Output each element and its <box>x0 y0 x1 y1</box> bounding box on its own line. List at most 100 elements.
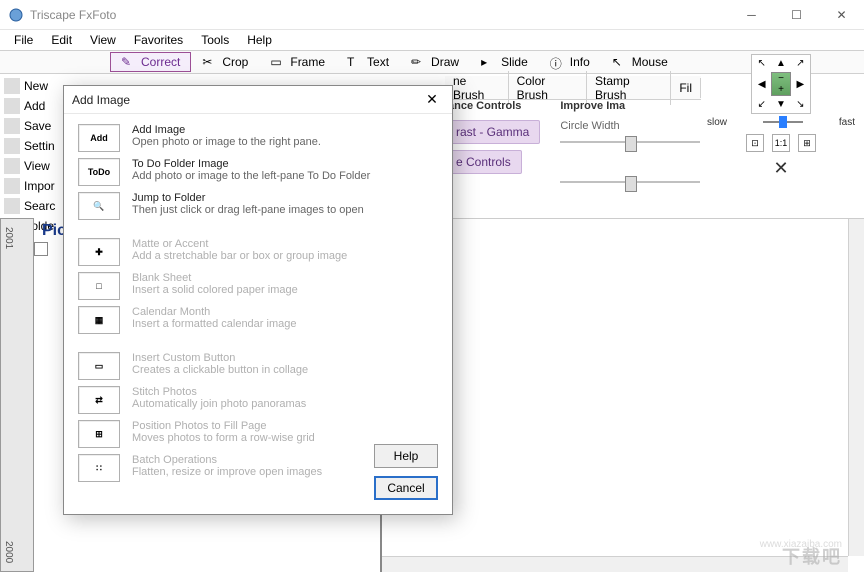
dialog-item-blank-sheet: □ Blank SheetInsert a solid colored paper… <box>78 272 438 300</box>
dialog-item-icon: 🔍 <box>78 192 120 220</box>
timeline-pane: 2001 2000 <box>0 218 34 572</box>
dialog-item-icon: ✚ <box>78 238 120 266</box>
improve-title: Improve Ima <box>560 100 700 112</box>
sidebar-label: Add <box>24 99 45 113</box>
grid-icon[interactable]: ⊞ <box>798 134 816 152</box>
dialog-item-title: Blank Sheet <box>132 272 298 284</box>
dialog-item-calendar-month: ▦Calendar MonthInsert a formatted calend… <box>78 306 438 334</box>
sidebar-searc-icon <box>4 198 20 214</box>
arrow-pad[interactable]: ↖▲↗ ◀−+▶ ↙▼↘ <box>751 54 811 114</box>
dialog-item-desc: Automatically join photo panoramas <box>132 398 306 410</box>
toolbar-label: Crop <box>222 55 248 69</box>
year-bot: 2000 <box>1 537 16 567</box>
toolbar-label: Mouse <box>632 55 668 69</box>
dialog-item-desc: Insert a solid colored paper image <box>132 284 298 296</box>
toolbar-text[interactable]: TText <box>336 52 400 72</box>
toolbar-slide[interactable]: ▸Slide <box>470 52 539 72</box>
toolbar-draw[interactable]: ✏ Draw <box>400 52 470 72</box>
speed-slider[interactable] <box>763 116 803 128</box>
dialog-cancel-button[interactable]: Cancel <box>374 476 438 500</box>
dialog-item-desc: Add photo or image to the left-pane To D… <box>132 170 370 182</box>
dialog-help-button[interactable]: Help <box>374 444 438 468</box>
maximize-button[interactable]: ☐ <box>774 0 819 30</box>
toolbar-crop[interactable]: ✂ Crop <box>191 52 259 72</box>
year-top: 2001 <box>1 223 16 253</box>
speed-fast-label: fast <box>839 117 855 128</box>
dialog-item-desc: Add a stretchable bar or box or group im… <box>132 250 347 262</box>
vertical-scrollbar[interactable] <box>848 219 864 556</box>
sidebar-label: Searc <box>24 199 55 213</box>
balance-panel: lance Controls rast - Gamma e Controls <box>445 100 540 190</box>
toolbar-correct[interactable]: ✎ Correct <box>110 52 191 72</box>
dialog-item-desc: Open photo or image to the right pane. <box>132 136 321 148</box>
menu-favorites[interactable]: Favorites <box>126 31 191 49</box>
sidebar-add-icon <box>4 98 20 114</box>
draw-icon: ✏ <box>411 55 425 69</box>
menu-view[interactable]: View <box>82 31 124 49</box>
sidebar-settin-icon <box>4 138 20 154</box>
sidebar-label: View <box>24 159 50 173</box>
contrast-gamma-button[interactable]: rast - Gamma <box>445 120 540 144</box>
info-icon: ⓘ <box>550 55 564 69</box>
dialog-close-icon[interactable]: ✕ <box>420 91 444 108</box>
cancel-x-icon[interactable]: ✕ <box>701 158 861 179</box>
subtab-fil[interactable]: Fil <box>671 78 701 98</box>
speed-slow-label: slow <box>707 117 727 128</box>
dialog-item-icon: ToDo <box>78 158 120 186</box>
dialog-item-icon: ∷ <box>78 454 120 482</box>
watermark: 下载吧 <box>782 543 842 569</box>
dialog-item-title: Add Image <box>132 124 321 136</box>
dialog-item-icon: ▭ <box>78 352 120 380</box>
toolbar-mouse[interactable]: ↖ Mouse <box>601 52 679 72</box>
toolbar-label: Draw <box>431 55 459 69</box>
toolbar-label: Slide <box>501 55 528 69</box>
dialog-item-icon: ⊞ <box>78 420 120 448</box>
dialog-title: Add Image <box>72 93 420 107</box>
dialog-item-title: Calendar Month <box>132 306 296 318</box>
dialog-item-insert-custom-button: ▭ Insert Custom ButtonCreates a clickable… <box>78 352 438 380</box>
dialog-item-desc: Creates a clickable button in collage <box>132 364 308 376</box>
circle-width-slider[interactable] <box>560 134 700 150</box>
menu-help[interactable]: Help <box>239 31 280 49</box>
app-icon <box>8 7 24 23</box>
toolbar-label: Correct <box>141 55 180 69</box>
dialog-item-title: Stitch Photos <box>132 386 306 398</box>
close-button[interactable]: ✕ <box>819 0 864 30</box>
add-image-dialog: Add Image ✕ AddAdd ImageOpen photo or im… <box>63 85 453 515</box>
horizontal-scrollbar[interactable] <box>382 556 848 572</box>
pict-icon[interactable] <box>34 242 48 256</box>
dialog-item-desc: Insert a formatted calendar image <box>132 318 296 330</box>
dialog-item-title: Insert Custom Button <box>132 352 308 364</box>
sidebar-impor-icon <box>4 178 20 194</box>
dialog-item-to-do-folder-image[interactable]: ToDoTo Do Folder ImageAdd photo or image… <box>78 158 438 186</box>
menu-edit[interactable]: Edit <box>43 31 80 49</box>
toolbar-info[interactable]: ⓘInfo <box>539 52 601 72</box>
ratio-icon[interactable]: 1:1 <box>772 134 790 152</box>
control-panels: lance Controls rast - Gamma e Controls I… <box>445 100 701 190</box>
dialog-item-desc: Then just click or drag left-pane images… <box>132 204 364 216</box>
crop-icon: ✂ <box>202 55 216 69</box>
improve-slider-2[interactable] <box>560 174 700 190</box>
mouse-icon: ↖ <box>612 55 626 69</box>
menu-file[interactable]: File <box>6 31 41 49</box>
toolbar-label: Frame <box>290 55 325 69</box>
dialog-item-title: Matte or Accent <box>132 238 347 250</box>
balance-title: lance Controls <box>445 100 540 112</box>
toolbar-frame[interactable]: ▭Frame <box>259 52 336 72</box>
sidebar-view-icon <box>4 158 20 174</box>
dialog-item-desc: Flatten, resize or improve open images <box>132 466 322 478</box>
sidebar-new-icon <box>4 78 20 94</box>
sidebar-label: Impor <box>24 179 55 193</box>
fit-icon[interactable]: ⊡ <box>746 134 764 152</box>
dialog-item-jump-to-folder[interactable]: 🔍Jump to FolderThen just click or drag l… <box>78 192 438 220</box>
dialog-item-add-image[interactable]: AddAdd ImageOpen photo or image to the r… <box>78 124 438 152</box>
sidebar-label: Save <box>24 119 51 133</box>
controls-button[interactable]: e Controls <box>445 150 522 174</box>
menu-tools[interactable]: Tools <box>193 31 237 49</box>
dialog-item-matte-or-accent: ✚ Matte or AccentAdd a stretchable bar or… <box>78 238 438 266</box>
minimize-button[interactable]: ─ <box>729 0 774 30</box>
window-title: Triscape FxFoto <box>30 8 729 22</box>
correct-icon: ✎ <box>121 55 135 69</box>
navigation-cluster: ↖▲↗ ◀−+▶ ↙▼↘ slow fast ⊡ 1:1 ⊞ ✕ <box>701 52 861 179</box>
dialog-item-icon: □ <box>78 272 120 300</box>
